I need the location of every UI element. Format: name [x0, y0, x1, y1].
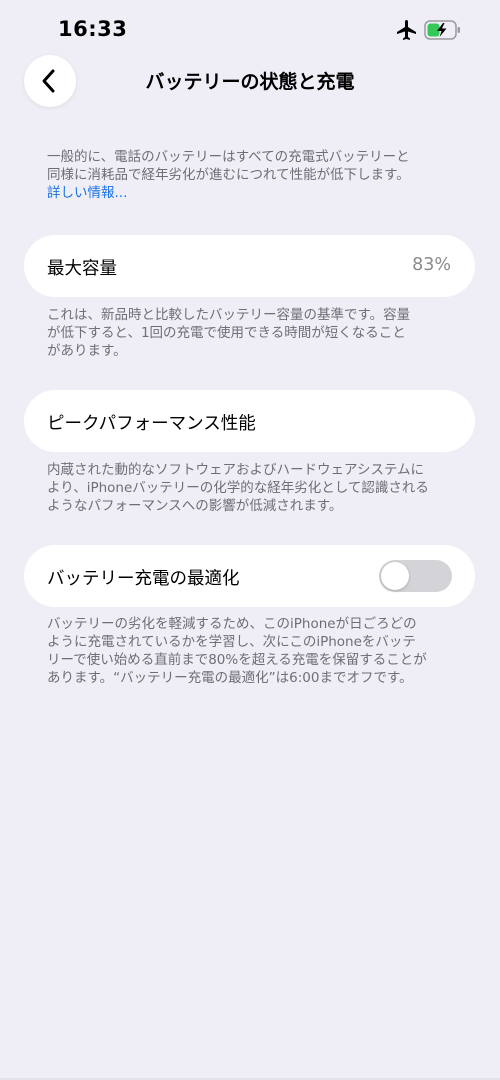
optimized-charging-row: バッテリー充電の最適化 — [24, 545, 475, 607]
nav-bar: バッテリーの状態と充電 — [0, 50, 500, 110]
peak-performance-desc-line-1: 内蔵された動的なソフトウェアおよびハードウェアシステムに — [47, 462, 425, 478]
optimized-charging-desc-line-2: ように充電されているかを学習し、次にこのiPhoneをバッテ — [47, 634, 416, 650]
max-capacity-description: これは、新品時と比較したバッテリー容量の基準です。容量 が低下すると、1回の充電… — [47, 306, 462, 360]
battery-charging-icon — [424, 20, 460, 40]
peak-performance-desc-line-3: ようなパフォーマンスへの影響が低減されます。 — [47, 498, 343, 514]
optimized-charging-desc-line-4: あります。“バッテリー充電の最適化”は6:00までオフです。 — [47, 670, 413, 686]
peak-performance-desc-line-2: より、iPhoneバッテリーの化学的な経年劣化として認識される — [47, 480, 429, 496]
page-title: バッテリーの状態と充電 — [145, 71, 355, 93]
back-button[interactable] — [24, 55, 76, 107]
max-capacity-row: 最大容量 83% — [24, 235, 475, 297]
optimized-charging-desc-line-3: リーで使い始める直前まで80%を超える充電を保留することが — [47, 652, 427, 668]
intro-line-1: 一般的に、電話のバッテリーはすべての充電式バッテリーと — [47, 149, 410, 165]
status-bar: 16:33 — [0, 0, 500, 56]
max-capacity-value: 83% — [412, 255, 451, 275]
peak-performance-description: 内蔵された動的なソフトウェアおよびハードウェアシステムに より、iPhoneバッ… — [47, 461, 462, 515]
learn-more-link[interactable]: 詳しい情報... — [47, 184, 462, 202]
optimized-charging-description: バッテリーの劣化を軽減するため、このiPhoneが日ごろどの ように充電されてい… — [47, 615, 462, 687]
peak-performance-label: ピークパフォーマンス性能 — [47, 414, 256, 434]
optimized-charging-label: バッテリー充電の最適化 — [47, 569, 240, 589]
optimized-charging-toggle[interactable] — [379, 560, 452, 592]
max-capacity-desc-line-1: これは、新品時と比較したバッテリー容量の基準です。容量 — [47, 307, 411, 323]
intro-description: 一般的に、電話のバッテリーはすべての充電式バッテリーと 同様に消耗品で経年劣化が… — [47, 148, 462, 202]
status-time: 16:33 — [58, 17, 128, 41]
max-capacity-label: 最大容量 — [47, 259, 117, 279]
chevron-left-icon — [42, 69, 55, 93]
max-capacity-desc-line-3: があります。 — [47, 343, 127, 359]
optimized-charging-desc-line-1: バッテリーの劣化を軽減するため、このiPhoneが日ごろどの — [47, 616, 417, 632]
peak-performance-row[interactable]: ピークパフォーマンス性能 — [24, 390, 475, 452]
max-capacity-desc-line-2: が低下すると、1回の充電で使用できる時間が短くなること — [47, 325, 406, 341]
airplane-icon — [397, 20, 416, 40]
intro-line-2: 同様に消耗品で経年劣化が進むにつれて性能が低下します。 — [47, 167, 410, 183]
toggle-knob — [381, 562, 409, 590]
